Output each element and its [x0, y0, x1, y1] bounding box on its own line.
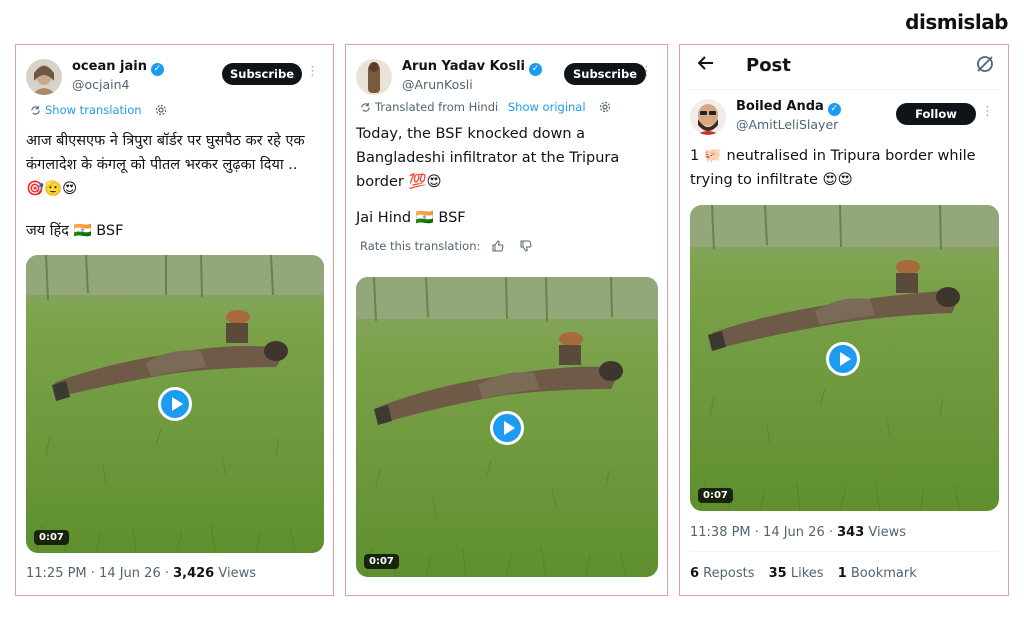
edit-disabled-icon[interactable]: [974, 53, 996, 79]
user-handle[interactable]: @ArunKosli: [402, 77, 473, 92]
video-player[interactable]: 0:07: [26, 255, 324, 553]
tweet-header: Arun Yadav Kosli ✓ @ArunKosli Subscribe ⋮: [356, 57, 659, 97]
user-handle[interactable]: @ocjain4: [72, 77, 130, 92]
tweet-text: Today, the BSF knocked down a Bangladesh…: [356, 122, 657, 230]
tweet-text-line: Jai Hind 🇮🇳 BSF: [356, 210, 466, 226]
play-icon[interactable]: [826, 342, 860, 376]
avatar[interactable]: [690, 99, 726, 135]
dismislab-logo: dismislab: [905, 10, 1008, 34]
tweet-text: 1 🐖 neutralised in Tripura border while …: [690, 144, 998, 192]
gear-icon[interactable]: [599, 100, 611, 114]
tweet-card-boiled-anda: Post Boiled Anda ✓ @AmitLeliSlayer Follow…: [679, 44, 1009, 596]
tweet-text-line: Bangladeshi infiltrator at the Tripura: [356, 150, 620, 166]
more-dots-icon[interactable]: ⋮: [981, 105, 994, 119]
tweet-text-line: Today, the BSF knocked down a: [356, 126, 586, 142]
subscribe-button[interactable]: Subscribe: [564, 63, 646, 85]
views-label: Views: [214, 566, 256, 581]
video-player[interactable]: 0:07: [356, 277, 658, 577]
tweet-text-line: जय हिंद 🇮🇳 BSF: [26, 223, 124, 239]
stats-divider: [690, 551, 998, 552]
tweet-text-line: आज बीएसएफ ने त्रिपुरा बॉर्डर पर घुसपैठ क…: [26, 133, 305, 149]
translate-row: Show translation: [30, 103, 167, 119]
translation-info-row: Translated from Hindi Show original: [360, 100, 611, 116]
thumbs-up-icon[interactable]: [492, 239, 508, 253]
video-duration: 0:07: [34, 530, 69, 545]
tweet-text-line: कंगलादेश के कंगलू को पीतल भरकर लुढ़का दि…: [26, 157, 298, 173]
rate-translation-row: Rate this translation:: [360, 239, 532, 253]
translate-icon: [360, 102, 371, 116]
more-dots-icon[interactable]: ⋮: [640, 65, 653, 79]
subscribe-button[interactable]: Subscribe: [222, 63, 302, 85]
avatar[interactable]: [26, 59, 62, 95]
display-name[interactable]: ocean jain ✓: [72, 59, 164, 76]
tweet-timestamp: 11:38 PM · 14 Jun 26 · 343 Views: [690, 525, 906, 540]
show-translation-link[interactable]: Show translation: [45, 103, 142, 117]
tweet-text-line: 🎯🫡😍: [26, 181, 78, 197]
verified-badge-icon: ✓: [150, 63, 164, 76]
timestamp-text[interactable]: 11:38 PM · 14 Jun 26 ·: [690, 525, 837, 540]
verified-badge-icon: ✓: [827, 103, 841, 116]
back-arrow-icon[interactable]: [696, 53, 716, 78]
engagement-stats: 6 Reposts 35 Likes 1 Bookmark: [690, 566, 917, 581]
follow-button[interactable]: Follow: [896, 103, 976, 125]
tweet-text-line: 1 🐖 neutralised in Tripura border while: [690, 148, 976, 164]
show-original-link[interactable]: Show original: [508, 100, 586, 114]
thumbs-down-icon[interactable]: [520, 239, 532, 253]
play-icon[interactable]: [158, 387, 192, 421]
views-count: 3,426: [173, 566, 215, 581]
display-name[interactable]: Boiled Anda ✓: [736, 99, 841, 116]
video-duration: 0:07: [698, 488, 733, 503]
timestamp-text[interactable]: 11:25 PM · 14 Jun 26 ·: [26, 566, 173, 581]
tweet-text: आज बीएसएफ ने त्रिपुरा बॉर्डर पर घुसपैठ क…: [26, 129, 323, 243]
bookmarks-stat[interactable]: 1 Bookmark: [838, 566, 917, 581]
likes-stat[interactable]: 35 Likes: [769, 566, 824, 581]
translated-from-label: Translated from Hindi: [375, 100, 499, 114]
tweet-text-line: border 💯😍: [356, 174, 442, 190]
rate-translation-label: Rate this translation:: [360, 239, 481, 253]
video-duration: 0:07: [364, 554, 399, 569]
verified-badge-icon: ✓: [529, 63, 543, 76]
tweet-header: Boiled Anda ✓ @AmitLeliSlayer Follow ⋮: [690, 97, 1000, 137]
header-divider: [690, 89, 998, 90]
tweet-header: ocean jain ✓ @ocjain4 Subscribe ⋮: [26, 57, 325, 97]
play-icon[interactable]: [490, 411, 524, 445]
views-label: Views: [864, 525, 907, 540]
more-dots-icon[interactable]: ⋮: [306, 65, 319, 79]
tweet-card-ocean-jain: ocean jain ✓ @ocjain4 Subscribe ⋮ Show tr…: [15, 44, 334, 596]
page-title: Post: [746, 55, 791, 76]
tweet-text-line: trying to infiltrate 😍😍: [690, 172, 853, 188]
tweet-card-arun-yadav: Arun Yadav Kosli ✓ @ArunKosli Subscribe ⋮…: [345, 44, 668, 596]
reposts-stat[interactable]: 6 Reposts: [690, 566, 754, 581]
video-player[interactable]: 0:07: [690, 205, 999, 511]
gear-icon[interactable]: [155, 103, 167, 117]
user-handle[interactable]: @AmitLeliSlayer: [736, 117, 838, 132]
tweet-timestamp: 11:25 PM · 14 Jun 26 · 3,426 Views: [26, 566, 256, 581]
translate-icon: [30, 105, 41, 119]
views-count: 343: [837, 525, 865, 540]
display-name[interactable]: Arun Yadav Kosli ✓: [402, 59, 543, 76]
avatar[interactable]: [356, 59, 392, 95]
